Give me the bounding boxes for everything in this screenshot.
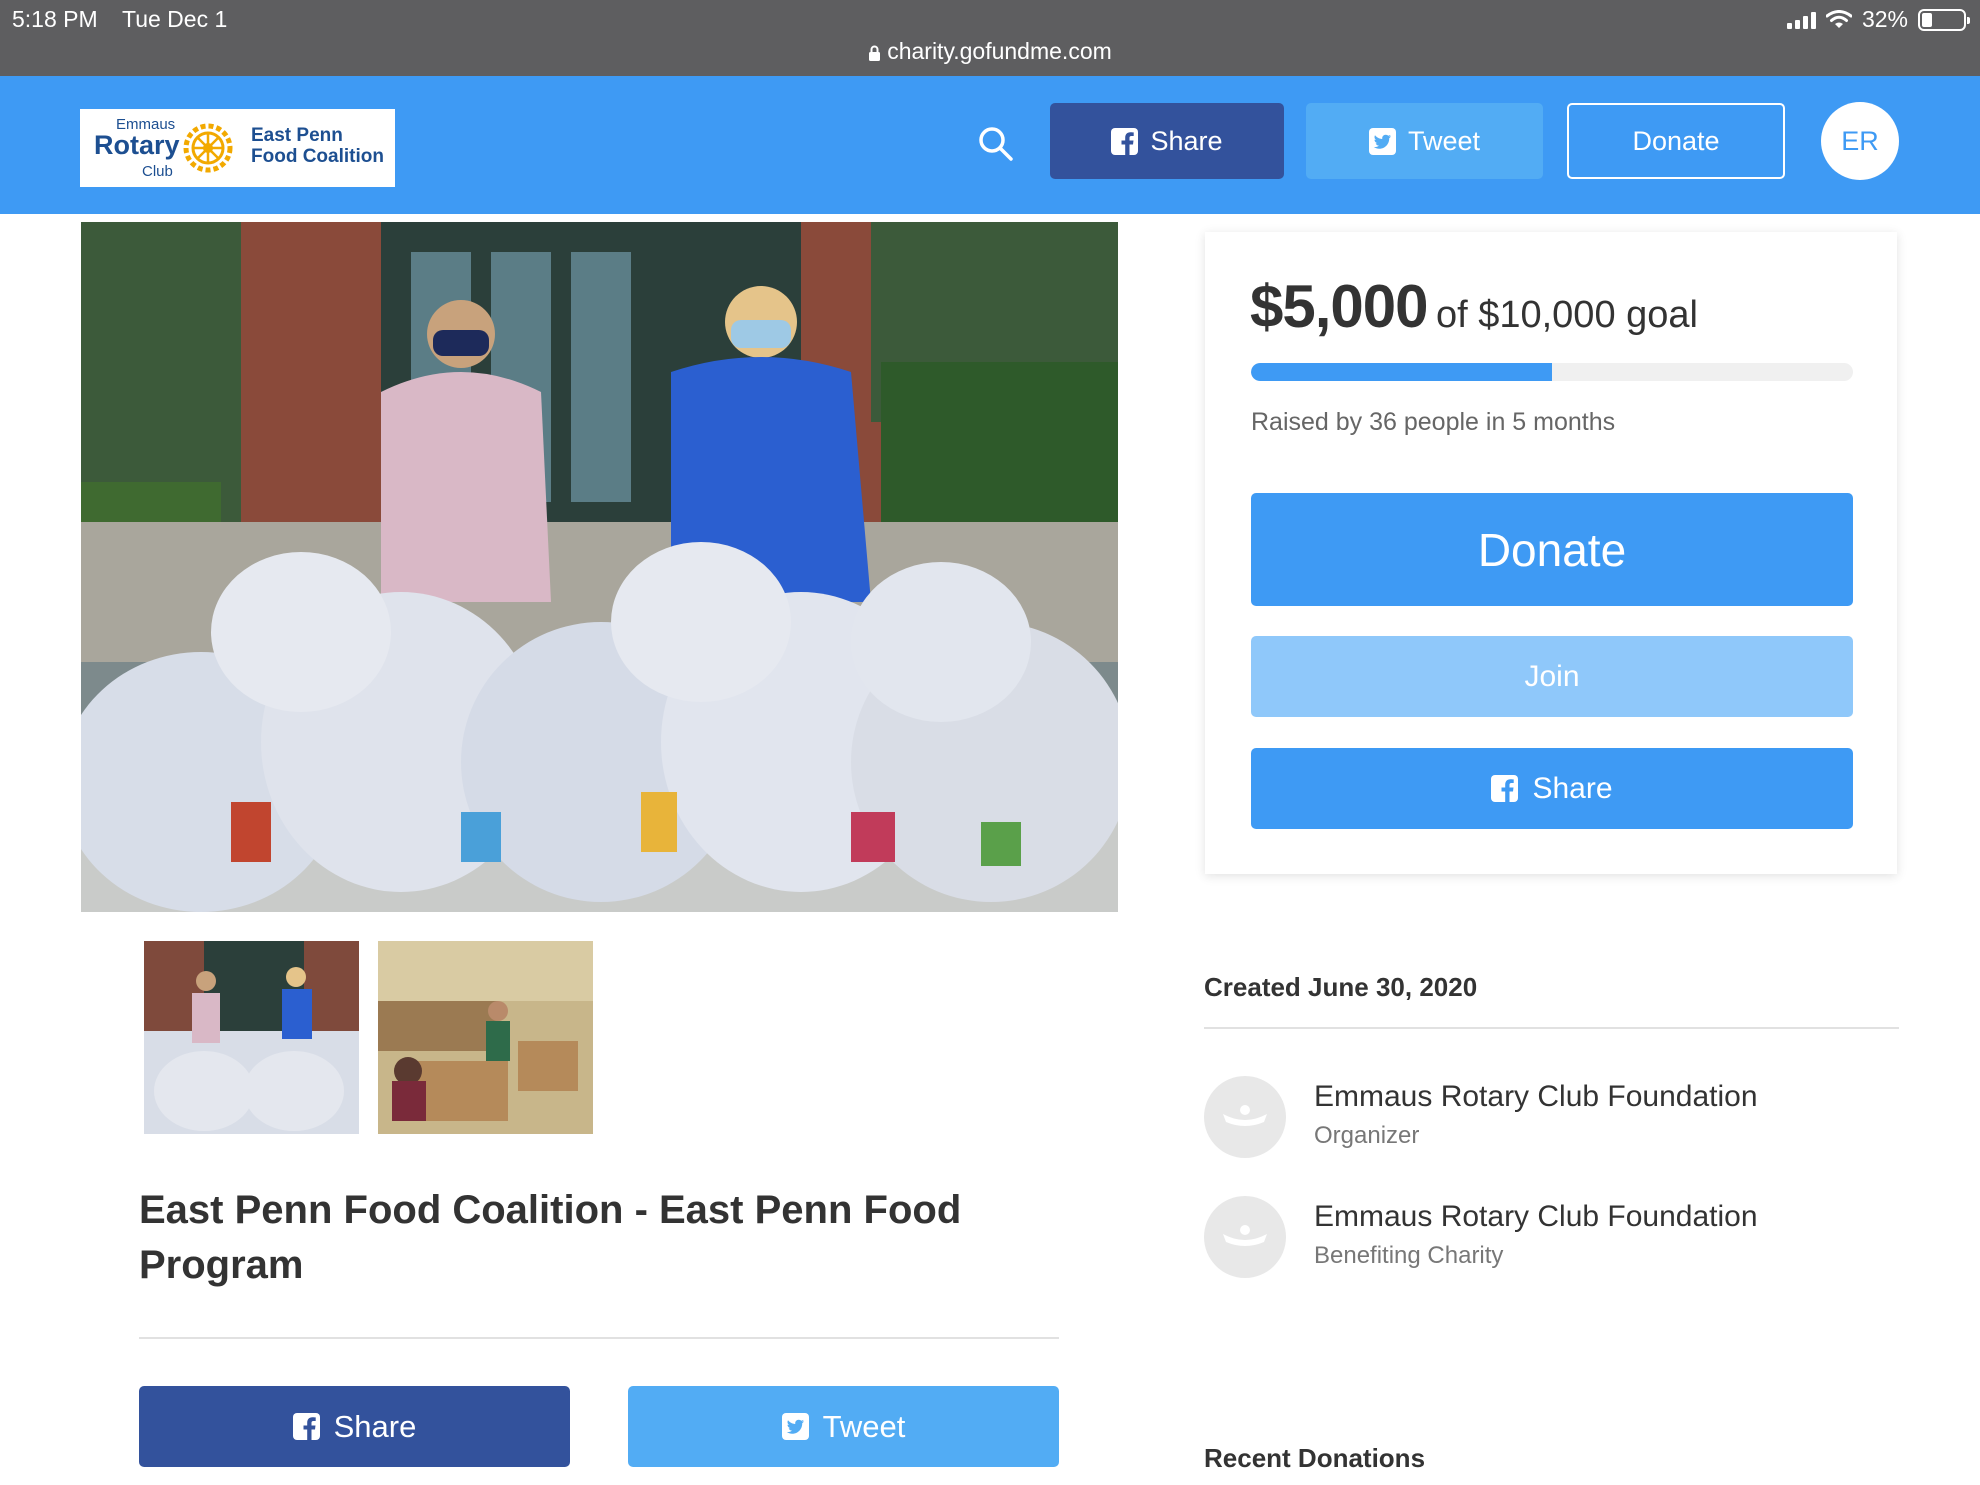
campaign-share-label: Share [333, 1408, 417, 1444]
org-placeholder-icon [1223, 1105, 1267, 1126]
beneficiary-role: Benefiting Charity [1314, 1242, 1504, 1269]
photo-thumbnail[interactable] [144, 941, 359, 1134]
url-text: charity.gofundme.com [887, 38, 1112, 64]
header-tweet-button[interactable]: Tweet [1306, 103, 1543, 179]
divider [139, 1337, 1059, 1339]
amount-raised: $5,000 of $10,000 goal [1250, 272, 1698, 341]
raised-amount: $5,000 [1250, 273, 1429, 340]
user-avatar-initials: ER [1841, 125, 1879, 156]
cell-signal-icon [1786, 11, 1816, 29]
campaign-tweet-label: Tweet [822, 1408, 906, 1444]
campaign-share-button[interactable]: Share [139, 1386, 570, 1467]
logo-club: Club [142, 163, 173, 180]
card-share-label: Share [1532, 771, 1613, 805]
site-header: Emmaus Rotary Club East Penn Food Coalit… [0, 76, 1980, 214]
header-donate-label: Donate [1632, 125, 1720, 156]
card-share-button[interactable]: Share [1251, 748, 1853, 829]
lock-icon [869, 45, 881, 61]
logo-coalition-line1: East Penn [251, 125, 343, 146]
donation-card: $5,000 of $10,000 goal Raised by 36 peop… [1205, 232, 1897, 874]
campaign-title: East Penn Food Coalition - East Penn Foo… [139, 1188, 962, 1287]
progress-fill [1251, 363, 1552, 381]
address-bar[interactable]: charity.gofundme.com [0, 38, 1980, 65]
recent-donations-heading: Recent Donations [1204, 1443, 1426, 1473]
rotary-wheel-icon [183, 123, 233, 173]
header-share-label: Share [1150, 125, 1223, 156]
battery-icon [1918, 8, 1970, 31]
organizer-row[interactable]: Emmaus Rotary Club Foundation Organizer [1204, 1076, 1899, 1158]
join-button[interactable]: Join [1251, 636, 1853, 717]
facebook-icon [1111, 127, 1139, 155]
battery-percent: 32% [1861, 6, 1908, 32]
goal-text: of $10,000 goal [1435, 294, 1698, 336]
campaign-tweet-button[interactable]: Tweet [628, 1386, 1059, 1467]
beneficiary-row[interactable]: Emmaus Rotary Club Foundation Benefiting… [1204, 1196, 1899, 1278]
donate-button[interactable]: Donate [1251, 493, 1853, 606]
logo-coalition-line2: Food Coalition [251, 146, 384, 167]
search-icon[interactable] [976, 124, 1016, 164]
beneficiary-avatar [1204, 1196, 1286, 1278]
header-share-button[interactable]: Share [1050, 103, 1284, 179]
facebook-icon [1491, 775, 1519, 802]
logo-coalition: East Penn Food Coalition [251, 125, 384, 167]
organizer-avatar [1204, 1076, 1286, 1158]
wifi-icon [1825, 10, 1852, 28]
twitter-icon [781, 1413, 809, 1440]
header-donate-button[interactable]: Donate [1567, 103, 1785, 179]
logo-rotary: Rotary [94, 130, 180, 160]
org-placeholder-icon [1223, 1225, 1267, 1246]
donate-label: Donate [1477, 523, 1627, 576]
twitter-icon [1368, 127, 1396, 155]
status-indicators: 32% [1786, 6, 1970, 33]
divider [1204, 1027, 1899, 1029]
status-time: 5:18 PM [12, 6, 98, 32]
join-label: Join [1524, 659, 1580, 693]
beneficiary-name: Emmaus Rotary Club Foundation [1314, 1200, 1758, 1233]
user-avatar[interactable]: ER [1821, 102, 1899, 180]
header-tweet-label: Tweet [1407, 125, 1481, 156]
campaign-main-photo[interactable] [81, 222, 1118, 912]
created-date: Created June 30, 2020 [1204, 972, 1478, 1002]
status-date: Tue Dec 1 [122, 6, 228, 32]
photo-thumbnail[interactable] [378, 941, 593, 1134]
ios-status-bar: 5:18 PM Tue Dec 1 charity.gofundme.com 3… [0, 0, 1980, 76]
organizer-name: Emmaus Rotary Club Foundation [1314, 1080, 1758, 1113]
site-logo[interactable]: Emmaus Rotary Club East Penn Food Coalit… [80, 109, 395, 187]
raised-by-text: Raised by 36 people in 5 months [1251, 408, 1616, 436]
facebook-icon [292, 1413, 320, 1440]
organizer-role: Organizer [1314, 1122, 1420, 1149]
progress-bar [1251, 363, 1853, 381]
